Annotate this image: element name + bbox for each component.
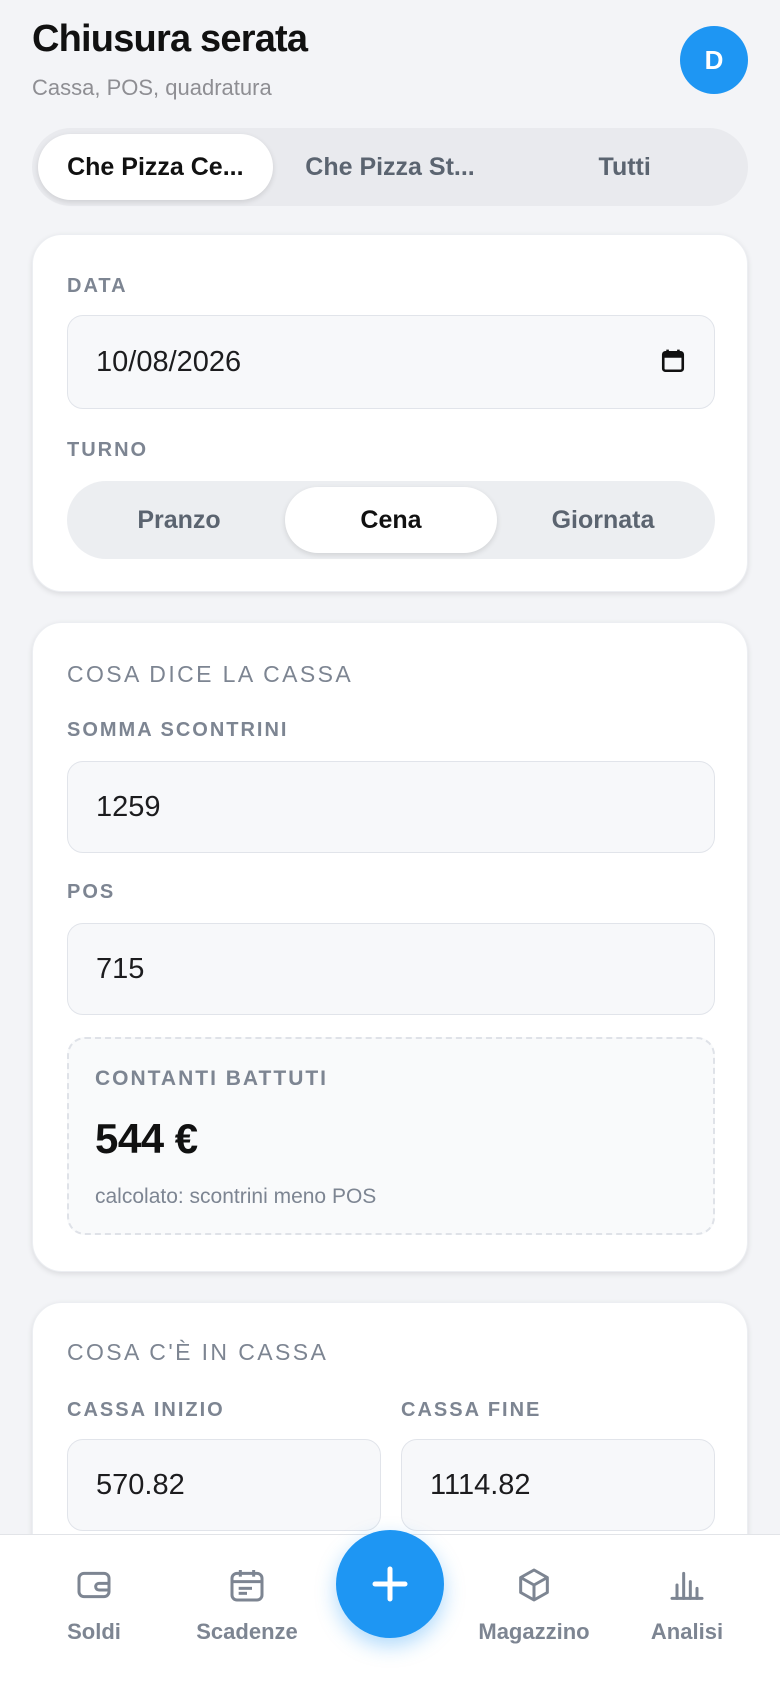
nav-soldi[interactable]: Soldi bbox=[24, 1565, 164, 1645]
nav-scadenze[interactable]: Scadenze bbox=[177, 1565, 317, 1645]
nav-magazzino[interactable]: Magazzino bbox=[464, 1565, 604, 1645]
date-shift-card: DATA 10/08/2026 TURNO Pranzo Cena Giorna… bbox=[32, 234, 748, 592]
nav-analisi[interactable]: Analisi bbox=[617, 1565, 757, 1645]
shift-label: TURNO bbox=[67, 439, 149, 461]
avatar[interactable]: D bbox=[680, 26, 748, 94]
end-value: 1114.82 bbox=[430, 1468, 531, 1501]
tab-location-1[interactable]: Che Pizza Ce... bbox=[38, 134, 273, 200]
start-label: CASSA INIZIO bbox=[67, 1399, 225, 1421]
date-input[interactable]: 10/08/2026 bbox=[67, 315, 715, 409]
date-value: 10/08/2026 bbox=[96, 345, 242, 378]
receipts-label: SOMMA SCONTRINI bbox=[67, 719, 289, 741]
register-card: COSA DICE LA CASSA SOMMA SCONTRINI 1259 … bbox=[32, 622, 748, 1272]
tab-location-2[interactable]: Che Pizza St... bbox=[273, 134, 508, 200]
drawer-section-title: COSA C'È IN CASSA bbox=[67, 1339, 329, 1365]
plus-icon bbox=[372, 1566, 408, 1602]
pos-label: POS bbox=[67, 881, 116, 903]
shift-selector: Pranzo Cena Giornata bbox=[67, 481, 715, 559]
start-value: 570.82 bbox=[96, 1468, 185, 1501]
calendar-icon[interactable] bbox=[660, 348, 686, 374]
page-header: Chiusura serata Cassa, POS, quadratura D bbox=[32, 18, 748, 108]
shift-cena[interactable]: Cena bbox=[285, 487, 497, 553]
end-label: CASSA FINE bbox=[401, 1399, 542, 1421]
pos-input[interactable]: 715 bbox=[67, 923, 715, 1015]
wallet-icon bbox=[77, 1571, 111, 1599]
add-button[interactable] bbox=[336, 1530, 444, 1638]
receipts-value: 1259 bbox=[96, 790, 161, 823]
pos-value: 715 bbox=[96, 952, 145, 985]
bar-chart-icon bbox=[670, 1571, 704, 1600]
tab-all[interactable]: Tutti bbox=[507, 134, 742, 200]
nav-analisi-label: Analisi bbox=[650, 1619, 724, 1644]
box-icon bbox=[519, 1568, 549, 1602]
date-label: DATA bbox=[67, 275, 128, 297]
register-section-title: COSA DICE LA CASSA bbox=[67, 661, 354, 687]
cash-value: 544 € bbox=[95, 1115, 198, 1162]
end-input[interactable]: 1114.82 bbox=[401, 1439, 715, 1531]
location-tabs: Che Pizza Ce... Che Pizza St... Tutti bbox=[32, 128, 748, 206]
start-input[interactable]: 570.82 bbox=[67, 1439, 381, 1531]
shift-giornata[interactable]: Giornata bbox=[497, 487, 709, 553]
nav-magazzino-label: Magazzino bbox=[478, 1619, 590, 1644]
shift-pranzo[interactable]: Pranzo bbox=[73, 487, 285, 553]
nav-soldi-label: Soldi bbox=[67, 1619, 121, 1644]
cash-note: calcolato: scontrini meno POS bbox=[95, 1185, 377, 1208]
receipts-input[interactable]: 1259 bbox=[67, 761, 715, 853]
page-subtitle: Cassa, POS, quadratura bbox=[32, 75, 272, 100]
nav-scadenze-label: Scadenze bbox=[196, 1619, 298, 1644]
cash-label: CONTANTI BATTUTI bbox=[95, 1067, 329, 1090]
page-title: Chiusura serata bbox=[32, 18, 308, 60]
calendar-icon bbox=[230, 1570, 264, 1602]
cash-computed-box: CONTANTI BATTUTI 544 € calcolato: scontr… bbox=[67, 1037, 715, 1235]
